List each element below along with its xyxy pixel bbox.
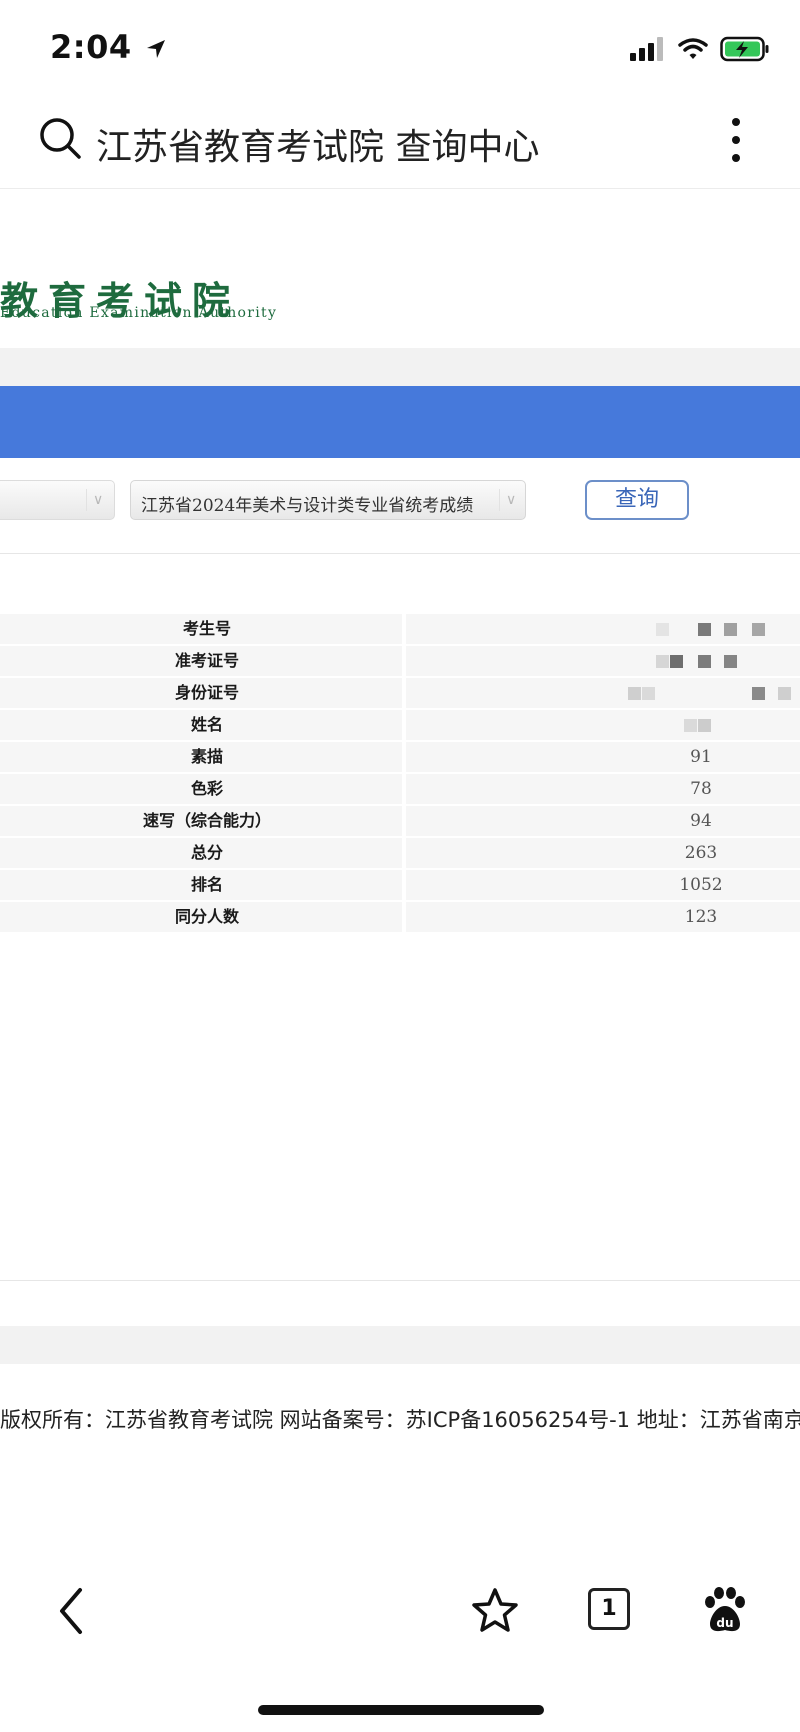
row-label: 姓名 (0, 710, 402, 740)
baidu-paw-icon[interactable]: du (702, 1586, 748, 1634)
chevron-down-icon: ∨ (86, 489, 111, 511)
row-value-cell: 123 (406, 902, 800, 932)
tabs-button[interactable]: 1 (588, 1588, 630, 1630)
row-value-redacted (406, 614, 800, 644)
row-value-cell: 263 (406, 838, 800, 868)
chevron-down-icon: ∨ (499, 489, 524, 511)
wifi-icon (678, 38, 708, 59)
footer-copyright: 版权所有：江苏省教育考试院 网站备案号：苏ICP备16056254号-1 地址：… (0, 1408, 800, 1432)
row-value-redacted (406, 646, 800, 676)
star-icon[interactable] (470, 1586, 520, 1636)
status-time: 2:04 (50, 28, 167, 66)
table-row: 同分人数 123 (0, 902, 800, 932)
table-row: 素描 91 (0, 742, 800, 772)
home-indicator[interactable] (258, 1705, 544, 1715)
table-row: 色彩 78 (0, 774, 800, 804)
table-row: 姓名 (0, 710, 800, 740)
exam-select[interactable]: 江苏省2024年美术与设计类专业省统考成绩 ∨ (130, 480, 526, 520)
status-indicators (630, 34, 770, 64)
row-label: 色彩 (0, 774, 402, 804)
row-label: 总分 (0, 838, 402, 868)
row-value: 263 (684, 843, 718, 863)
table-row: 速写（综合能力） 94 (0, 806, 800, 836)
query-button[interactable]: 查询 (585, 480, 689, 520)
row-value: 91 (690, 747, 712, 767)
address-bar-title[interactable]: 江苏省教育考试院 查询中心 (96, 118, 539, 170)
row-value: 94 (690, 811, 712, 831)
location-arrow-icon (147, 40, 166, 58)
row-value: 78 (690, 779, 712, 799)
svg-text:du: du (716, 1616, 733, 1630)
row-value-cell: 1052 (406, 870, 800, 900)
row-label: 排名 (0, 870, 402, 900)
footer-band (0, 1326, 800, 1364)
logo-subtitle: Education Examination Authority (0, 305, 278, 321)
table-row: 考生号 (0, 614, 800, 644)
row-label: 准考证号 (0, 646, 402, 676)
row-value-redacted (406, 710, 800, 740)
row-label: 速写（综合能力） (0, 806, 402, 836)
results-table: 考生号 准考证号 身份证号 姓名 素描 91 色彩 78 速写（综合能力） 94… (0, 614, 800, 934)
divider (0, 1280, 800, 1281)
exam-select-value: 江苏省2024年美术与设计类专业省统考成绩 (141, 496, 474, 516)
divider (0, 553, 800, 554)
header-band (0, 348, 800, 386)
row-value: 1052 (679, 875, 723, 895)
row-value-redacted (406, 678, 800, 708)
category-select[interactable]: ∨ (0, 480, 115, 520)
nav-band (0, 386, 800, 458)
row-label: 身份证号 (0, 678, 402, 708)
row-label: 素描 (0, 742, 402, 772)
back-icon[interactable] (52, 1586, 92, 1636)
more-vertical-icon[interactable] (724, 116, 748, 164)
row-label: 考生号 (0, 614, 402, 644)
row-label: 同分人数 (0, 902, 402, 932)
search-icon[interactable] (38, 116, 82, 160)
status-time-text: 2:04 (50, 28, 132, 66)
table-row: 准考证号 (0, 646, 800, 676)
table-row: 排名 1052 (0, 870, 800, 900)
table-row: 总分 263 (0, 838, 800, 868)
table-row: 身份证号 (0, 678, 800, 708)
row-value-cell: 91 (406, 742, 800, 772)
signal-icon (630, 37, 663, 61)
row-value: 123 (684, 907, 718, 927)
row-value-cell: 94 (406, 806, 800, 836)
battery-charging-icon (720, 36, 769, 62)
row-value-cell: 78 (406, 774, 800, 804)
